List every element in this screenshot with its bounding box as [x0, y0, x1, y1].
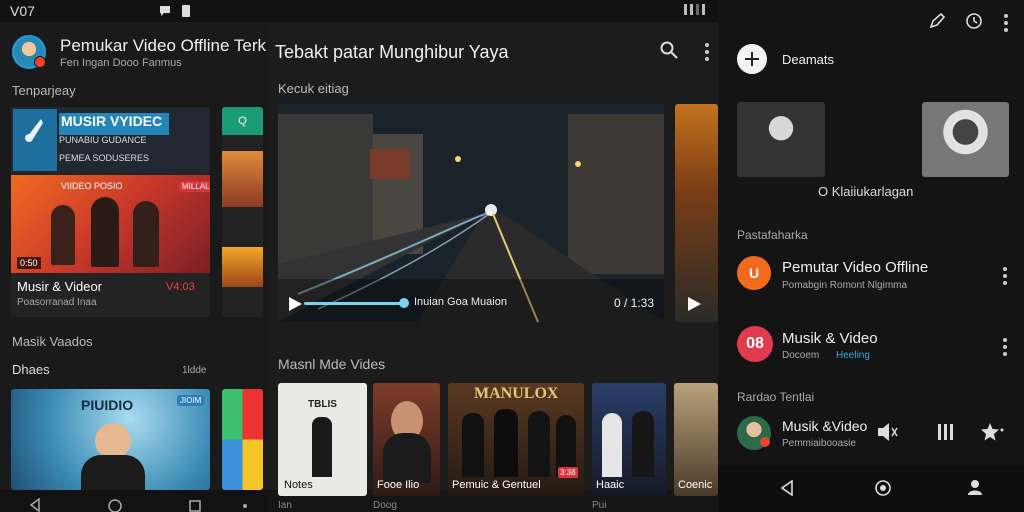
poster-3-top: MANULOX — [474, 385, 559, 402]
profile-photo-2[interactable] — [922, 102, 1009, 177]
poster-card-2[interactable]: Fooe Ilio — [373, 383, 440, 496]
bottom-nav-right — [718, 465, 1024, 512]
now-playing-subtitle: Pemmiaibooasie — [782, 438, 856, 449]
section-heading-recent: Tenparjeay — [12, 83, 76, 98]
playlist-icon-2: 08 — [737, 326, 773, 362]
playlist-item-1-title[interactable]: Pemutar Video Offline — [782, 259, 992, 276]
recents-icon[interactable] — [188, 498, 202, 512]
chat-icon — [160, 6, 170, 16]
section-heading-music: Masik Vaados — [12, 334, 93, 349]
subheading-right[interactable]: 1ldde — [182, 365, 206, 376]
poster-text: VIIDEO POSIO — [61, 181, 123, 191]
video-card-2[interactable]: PIUIDIO JIOIM — [11, 389, 210, 490]
bottom-nav-left — [0, 490, 268, 512]
item-2-more-icon[interactable] — [1003, 338, 1007, 356]
hero-caption: Inuian Goa Muaion — [414, 296, 507, 308]
playlist-item-2-title[interactable]: Musik & Video — [782, 330, 992, 347]
more-icon[interactable] — [243, 504, 247, 508]
footer-label-b: Doog — [373, 500, 397, 511]
poster-3-badge: 3:38 — [558, 467, 578, 478]
nav-profile-icon[interactable] — [966, 478, 984, 496]
volume-icon[interactable] — [877, 422, 899, 442]
plus-icon — [745, 52, 759, 66]
add-button[interactable] — [737, 44, 767, 74]
video-card[interactable]: MUSIR VYIDEC PUNABIU GUDANCE PEMEA SODUS… — [11, 107, 210, 317]
playlist-item-1-subtitle: Pomabgin Romont Nlgimma — [782, 280, 908, 291]
pause-icon[interactable] — [935, 422, 955, 442]
sim-icon — [182, 5, 190, 17]
video-card-side-2[interactable] — [222, 389, 263, 490]
poster-5-title: Coenic — [678, 479, 713, 491]
notification-badge-icon — [34, 56, 46, 68]
section-heading-playlists: Pastafaharka — [737, 228, 808, 242]
poster-card-1[interactable]: TBLIS Notes — [278, 383, 367, 496]
section-heading-recent-right: Rardao Tentlai — [737, 390, 815, 404]
video-time: 0:50 — [17, 257, 41, 269]
now-playing-badge-icon — [760, 437, 770, 447]
app-subtitle: Fen Ingan Dooo Fanmus — [60, 57, 182, 69]
signal-icon — [684, 4, 705, 15]
poster-card-4[interactable]: Haaic — [592, 383, 666, 496]
nav-back-icon[interactable] — [780, 480, 794, 496]
footer-label-c: Pui — [592, 500, 607, 511]
playlist-icon-1: U — [737, 256, 771, 290]
item-1-more-icon[interactable] — [1003, 267, 1007, 285]
poster-card-5[interactable]: Coenic — [674, 383, 718, 496]
status-icons — [158, 4, 192, 18]
edit-icon[interactable] — [928, 12, 946, 30]
street-scene-image — [278, 104, 664, 322]
play-icon[interactable] — [288, 297, 302, 311]
app-title: Pemukar Video Offline Terk — [60, 36, 267, 55]
video-duration: V4:03 — [166, 281, 195, 293]
play-icon-next[interactable] — [687, 297, 701, 311]
status-bar: V07 — [0, 0, 718, 22]
poster-2-title: Fooe Ilio — [377, 479, 420, 491]
subheading: Dhaes — [12, 362, 50, 377]
video-card-side[interactable]: Q — [222, 107, 263, 317]
progress-bar[interactable] — [304, 302, 404, 305]
poster-1-top: TBLIS — [308, 399, 337, 410]
now-playing-title[interactable]: Musik &Video — [782, 418, 882, 434]
profile-photo-1[interactable] — [737, 102, 825, 177]
section-heading-trending: Kecuk eitiag — [278, 81, 349, 96]
poster-4-title: Haaic — [596, 479, 625, 491]
video-subtitle: Poasorranad Inaa — [17, 297, 97, 308]
poster-3-title: Pemuic & Gentuel — [452, 479, 541, 491]
status-clock: V07 — [10, 3, 35, 19]
banner-title: MUSIR VYIDEC — [59, 113, 169, 135]
banner-line: PEMEA SODUSERES — [59, 153, 150, 163]
playlist-item-2-accent: Heeling — [836, 350, 870, 361]
more-vert-icon[interactable] — [705, 43, 709, 61]
banner-subtitle: PUNABIU GUDANCE — [59, 135, 147, 145]
progress-knob[interactable] — [399, 298, 409, 308]
hero-time: 0 / 1:33 — [614, 296, 655, 310]
poster-card-3[interactable]: MANULOX Pemuic & Gentuel 3:38 — [448, 383, 584, 496]
search-icon[interactable] — [660, 41, 678, 59]
home-icon[interactable] — [108, 498, 122, 512]
playlist-item-2-subtitle: Docoem — [782, 350, 820, 361]
poster-1-title: Notes — [284, 479, 313, 491]
side-card-button[interactable]: Q — [222, 107, 263, 135]
back-icon[interactable] — [28, 498, 42, 512]
nav-home-icon[interactable] — [874, 479, 892, 497]
card2-badge: JIOIM — [177, 395, 205, 406]
card2-poster-text: PIUIDIO — [81, 397, 134, 413]
history-icon[interactable] — [965, 12, 983, 30]
section-heading-videos: Masnl Mde Vides — [278, 356, 386, 372]
header-action-label[interactable]: Deamats — [782, 52, 834, 67]
next-video-preview[interactable] — [675, 104, 718, 322]
favorite-star-icon[interactable] — [980, 422, 1004, 442]
center-header-title: Tebakt patar Munghibur Yaya — [275, 42, 509, 62]
video-title: Musir & Videor — [17, 279, 103, 294]
footer-label-a: Ian — [278, 500, 292, 511]
app-root: V07 Pemukar Video Offline Terk Fen Ingan… — [0, 0, 1024, 512]
more-vert-icon-right[interactable] — [1004, 14, 1008, 32]
profile-caption: O Klaiiukarlagan — [818, 184, 914, 199]
hero-video-player[interactable] — [278, 104, 664, 322]
music-logo-icon — [13, 109, 57, 171]
poster-badge: MILLAL — [179, 181, 210, 192]
